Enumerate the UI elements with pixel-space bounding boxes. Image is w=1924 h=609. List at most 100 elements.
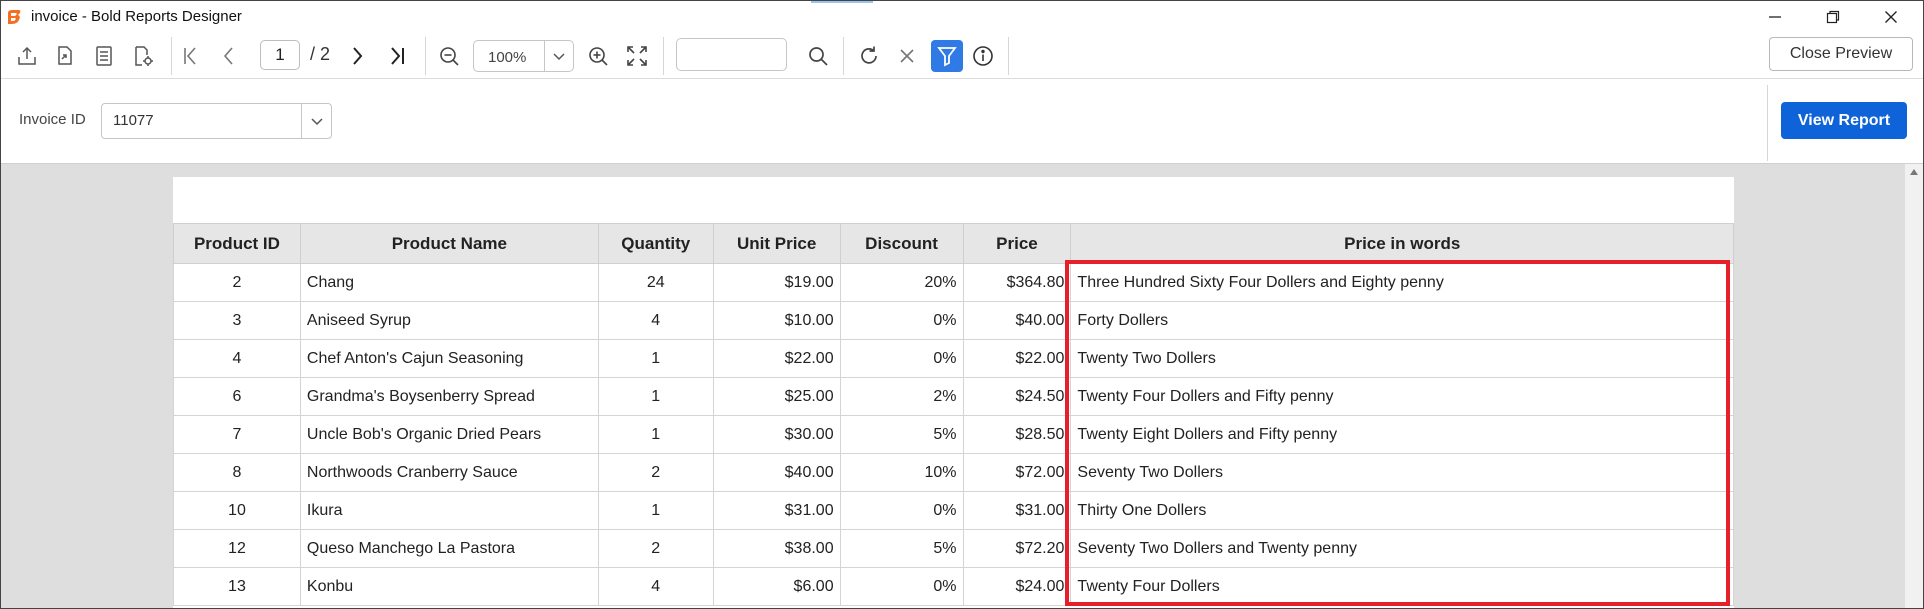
table-header-row: Product ID Product Name Quantity Unit Price… <box>173 223 1734 264</box>
first-page-button[interactable] <box>177 42 205 70</box>
quantity-cell: 1 <box>597 377 714 416</box>
price-in-words-cell: Seventy Two Dollers and Twenty penny <box>1070 529 1734 568</box>
invoice-id-dropdown-button[interactable] <box>304 109 330 133</box>
unit-price-cell: $6.00 <box>712 567 841 606</box>
zoom-divider <box>544 41 545 71</box>
last-page-icon <box>391 47 404 65</box>
table-row: 13 Konbu 4 $6.00 0% $24.00 Twenty Four Dollers <box>173 567 1734 606</box>
scroll-up-icon[interactable] <box>1910 169 1918 175</box>
zoom-dropdown-button[interactable] <box>547 45 571 67</box>
product-name-cell: Uncle Bob's Organic Dried Pears <box>299 415 599 454</box>
price-in-words-cell: Thirty One Dollers <box>1070 491 1734 530</box>
product-name-cell: Northwoods Cranberry Sauce <box>299 453 599 492</box>
product-id-cell: 12 <box>173 529 301 568</box>
restore-button[interactable] <box>1804 1 1862 33</box>
price-cell: $22.00 <box>962 339 1072 378</box>
price-in-words-cell: Three Hundred Sixty Four Dollers and Eig… <box>1070 263 1734 302</box>
bold-reports-logo-icon <box>6 9 22 25</box>
discount-cell: 20% <box>839 263 964 302</box>
invoice-table: Product ID Product Name Quantity Unit Price… <box>173 223 1734 606</box>
parameter-filter-button[interactable] <box>931 40 963 72</box>
discount-cell: 2% <box>839 377 964 416</box>
price-cell: $24.00 <box>962 567 1072 606</box>
price-cell: $40.00 <box>962 301 1072 340</box>
toolbar-separator <box>171 37 172 75</box>
report-page: Product ID Product Name Quantity Unit Price… <box>173 177 1734 608</box>
quantity-cell: 1 <box>597 339 714 378</box>
publish-button[interactable] <box>51 42 79 70</box>
cancel-button[interactable] <box>893 42 921 70</box>
page-setup-button[interactable] <box>129 42 157 70</box>
quantity-cell: 4 <box>597 301 714 340</box>
close-icon <box>1885 11 1897 23</box>
price-in-words-cell: Forty Dollers <box>1070 301 1734 340</box>
invoice-id-value: 11077 <box>113 112 154 129</box>
table-row: 6 Grandma's Boysenberry Spread 1 $25.00 2% $2… <box>173 377 1734 416</box>
price-cell: $364.80 <box>962 263 1072 302</box>
quantity-cell: 1 <box>597 415 714 454</box>
export-button[interactable] <box>13 42 41 70</box>
unit-price-cell: $10.00 <box>712 301 841 340</box>
invoice-id-select[interactable]: 11077 <box>101 103 332 139</box>
quantity-cell: 4 <box>597 567 714 606</box>
price-in-words-cell: Twenty Eight Dollers and Fifty penny <box>1070 415 1734 454</box>
discount-cell: 0% <box>839 301 964 340</box>
viewer-toolbar: 1 / 2 100% Close Preview <box>1 33 1923 79</box>
zoom-out-button[interactable] <box>435 42 463 70</box>
search-button[interactable] <box>804 42 832 70</box>
last-page-button[interactable] <box>383 42 411 70</box>
fit-page-button[interactable] <box>623 42 651 70</box>
column-header: Quantity <box>597 223 714 264</box>
minimize-button[interactable] <box>1746 1 1804 33</box>
product-name-cell: Queso Manchego La Pastora <box>299 529 599 568</box>
price-in-words-cell: Twenty Four Dollers and Fifty penny <box>1070 377 1734 416</box>
quantity-cell: 2 <box>597 453 714 492</box>
close-preview-button[interactable]: Close Preview <box>1769 37 1913 71</box>
chevron-down-icon <box>311 118 323 126</box>
panel-separator <box>1767 85 1768 161</box>
previous-page-button[interactable] <box>215 42 243 70</box>
select-divider <box>301 104 302 138</box>
product-name-cell: Grandma's Boysenberry Spread <box>299 377 599 416</box>
restore-icon <box>1826 10 1840 24</box>
unit-price-cell: $25.00 <box>712 377 841 416</box>
product-name-cell: Chef Anton's Cajun Seasoning <box>299 339 599 378</box>
fit-to-page-icon <box>627 46 647 66</box>
table-row: 7 Uncle Bob's Organic Dried Pears 1 $30.00 5… <box>173 415 1734 454</box>
toolbar-separator <box>425 37 426 75</box>
zoom-select[interactable]: 100% <box>473 40 574 72</box>
toolbar-separator <box>1008 37 1009 75</box>
zoom-value: 100% <box>488 49 527 66</box>
current-page-input[interactable]: 1 <box>260 40 300 70</box>
invoice-id-label: Invoice ID <box>19 111 86 128</box>
print-layout-button[interactable] <box>90 42 118 70</box>
table-row: 10 Ikura 1 $31.00 0% $31.00 Thirty One Dollers <box>173 491 1734 530</box>
unit-price-cell: $22.00 <box>712 339 841 378</box>
close-icon <box>900 49 914 63</box>
price-in-words-cell: Twenty Two Dollers <box>1070 339 1734 378</box>
search-icon <box>809 47 828 66</box>
refresh-button[interactable] <box>855 42 883 70</box>
first-page-icon <box>184 47 196 65</box>
unit-price-cell: $40.00 <box>712 453 841 492</box>
product-id-cell: 7 <box>173 415 301 454</box>
table-row: 3 Aniseed Syrup 4 $10.00 0% $40.00 Forty Dolle… <box>173 301 1734 340</box>
product-name-cell: Aniseed Syrup <box>299 301 599 340</box>
document-info-button[interactable] <box>969 42 997 70</box>
unit-price-cell: $31.00 <box>712 491 841 530</box>
search-input[interactable] <box>676 38 787 71</box>
next-page-button[interactable] <box>343 42 371 70</box>
window-title: invoice - Bold Reports Designer <box>31 8 242 25</box>
title-bar: invoice - Bold Reports Designer <box>1 1 1923 33</box>
view-report-button[interactable]: View Report <box>1781 102 1907 139</box>
discount-cell: 0% <box>839 567 964 606</box>
refresh-icon <box>861 46 877 64</box>
window-close-button[interactable] <box>1862 1 1920 33</box>
vertical-scrollbar[interactable] <box>1905 164 1923 608</box>
zoom-in-button[interactable] <box>584 42 612 70</box>
page-layout-icon <box>96 46 112 66</box>
toolbar-separator <box>663 37 664 75</box>
quantity-cell: 2 <box>597 529 714 568</box>
minimize-icon <box>1769 16 1781 18</box>
chevron-down-icon <box>553 53 565 61</box>
